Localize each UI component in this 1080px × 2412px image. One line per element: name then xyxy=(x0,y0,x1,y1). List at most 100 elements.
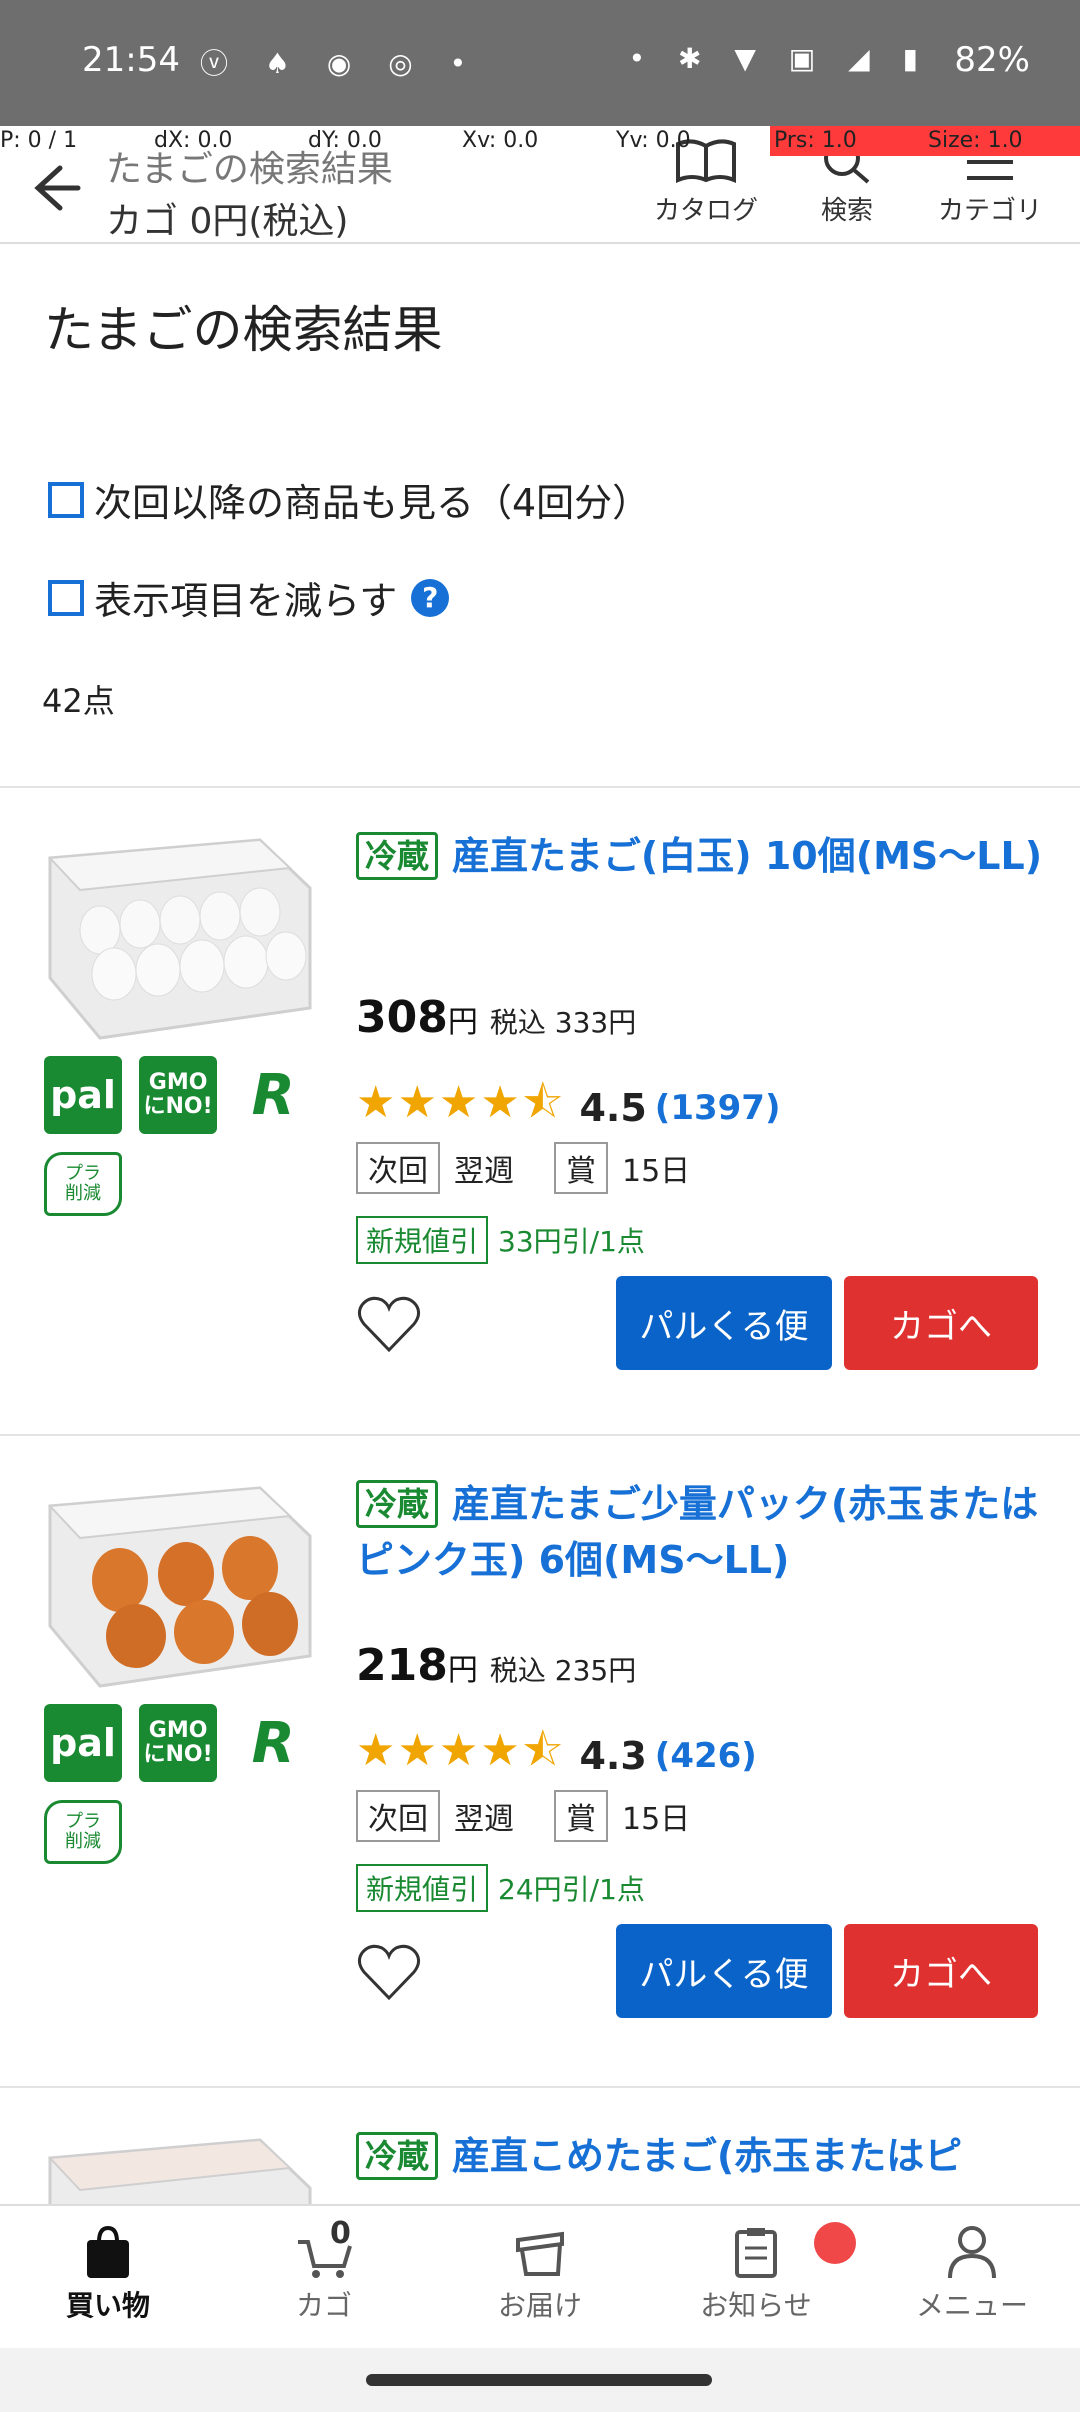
product-name[interactable]: 産直たまご(白玉) 10個(MS～LL) xyxy=(452,834,1042,878)
product-name[interactable]: 産直こめたまご(赤玉またはピ xyxy=(452,2134,962,2178)
next-label: 次回 xyxy=(356,1790,440,1842)
cart-count-badge: 0 xyxy=(330,2216,351,2251)
product-name[interactable]: 産直たまご少量パック(赤玉またはピンク玉) 6個(MS～LL) xyxy=(356,1482,1038,1582)
tax-included-price: 税込 333円 xyxy=(489,1006,637,1039)
star-rating-icon: ★★★★⯪ xyxy=(356,1725,566,1776)
product-card: pal GMO にNO! R プラ 削減 冷蔵 産直たまご少量パック(赤玉またはピンク… xyxy=(0,1436,1080,2086)
nav-shopping-label: 買い物 xyxy=(65,2289,150,2322)
nav-delivery[interactable]: お届け xyxy=(432,2224,648,2324)
product-image[interactable] xyxy=(40,828,318,1048)
debug-size: Size: 1.0 xyxy=(924,126,1080,156)
egg-group xyxy=(92,1536,298,1668)
product-badges: pal GMO にNO! R プラ 削減 xyxy=(44,1704,334,1882)
discount-tag: 新規値引 xyxy=(356,1864,489,1912)
category-label: カテゴリ xyxy=(938,196,1043,226)
notification-dot xyxy=(814,2222,856,2264)
gesture-bar xyxy=(0,2348,1080,2412)
delivery-info: 次回 翌週 賞 15日 xyxy=(356,1142,730,1194)
touch-debug-overlay: P: 0 / 1 dX: 0.0 dY: 0.0 Xv: 0.0 Yv: 0.0… xyxy=(0,126,1080,156)
recycle-r-badge: R xyxy=(251,1710,295,1776)
next-label: 次回 xyxy=(356,1142,440,1194)
review-count[interactable]: (1397) xyxy=(655,1088,781,1128)
debug-p: P: 0 / 1 xyxy=(0,128,78,153)
discount-text: 24円引/1点 xyxy=(498,1873,645,1906)
bottom-navigation: 買い物 0 カゴ お届け お知らせ メニュー xyxy=(0,2204,1080,2348)
debug-xv: Xv: 0.0 xyxy=(462,128,539,153)
help-icon[interactable]: ? xyxy=(411,578,450,617)
refrigerated-tag: 冷蔵 xyxy=(356,832,439,880)
nav-shopping[interactable]: 買い物 xyxy=(0,2224,216,2324)
tax-included-price: 税込 235円 xyxy=(489,1654,637,1687)
nav-menu[interactable]: メニュー xyxy=(864,2224,1080,2324)
nav-notice-label: お知らせ xyxy=(700,2289,812,2322)
product-card: 冷蔵 産直こめたまご(赤玉またはピ xyxy=(0,2088,1080,2204)
palkuru-button[interactable]: パルくる便 xyxy=(616,1276,832,1370)
award-value: 15日 xyxy=(622,1154,691,1189)
person-icon xyxy=(948,2226,996,2279)
nav-cart-label: カゴ xyxy=(295,2289,352,2322)
next-value: 翌週 xyxy=(454,1802,514,1837)
gmo-free-badge: GMO にNO! xyxy=(139,1704,218,1782)
discount-info: 新規値引 33円引/1点 xyxy=(356,1216,645,1264)
award-label: 賞 xyxy=(554,1790,608,1842)
add-to-cart-button[interactable]: カゴへ xyxy=(844,1276,1038,1370)
nav-delivery-label: お届け xyxy=(497,2289,582,2322)
status-app-icons: ⓥ ♠ ◉ ◎ • xyxy=(200,47,481,80)
status-bar: 21:54 ⓥ ♠ ◉ ◎ • • ✱ ▼ ▣ ◢ ▮ 82% xyxy=(0,0,1080,126)
search-label: 検索 xyxy=(820,196,873,226)
recycle-r-badge: R xyxy=(251,1062,295,1128)
shopping-bag-icon xyxy=(87,2225,129,2278)
product-rating[interactable]: ★★★★⯪ 4.5 (1397) xyxy=(356,1070,781,1145)
award-value: 15日 xyxy=(622,1802,691,1837)
checkbox-icon[interactable] xyxy=(48,481,84,518)
show-next-checkbox[interactable]: 次回以降の商品も見る（4回分） xyxy=(48,472,650,527)
favorite-heart-icon[interactable] xyxy=(356,1942,422,2004)
favorite-heart-icon[interactable] xyxy=(356,1294,422,1356)
nav-menu-label: メニュー xyxy=(915,2289,1028,2322)
battery-level: 82% xyxy=(954,40,1030,80)
status-system-icons: • ✱ ▼ ▣ ◢ ▮ xyxy=(628,42,930,75)
product-price: 308円 税込 333円 xyxy=(356,992,637,1043)
product-badges: pal GMO にNO! R プラ 削減 xyxy=(44,1056,334,1234)
reduce-items-label: 表示項目を減らす xyxy=(94,579,398,623)
product-title[interactable]: 冷蔵 産直こめたまご(赤玉またはピ xyxy=(356,2128,1046,2184)
page-title: たまごの検索結果 xyxy=(44,301,443,359)
product-card: pal GMO にNO! R プラ 削減 冷蔵 産直たまご(白玉) 10個(MS～LL… xyxy=(0,788,1080,1434)
next-value: 翌週 xyxy=(454,1154,514,1189)
header-cart-total[interactable]: カゴ 0円(税込) xyxy=(106,192,348,244)
pal-badge: pal xyxy=(44,1056,122,1134)
checkbox-icon[interactable] xyxy=(48,579,84,616)
discount-info: 新規値引 24円引/1点 xyxy=(356,1864,645,1912)
plastic-reduction-badge: プラ 削減 xyxy=(44,1800,122,1864)
status-time: 21:54 xyxy=(82,40,180,80)
back-arrow-icon[interactable] xyxy=(20,156,84,220)
award-label: 賞 xyxy=(554,1142,608,1194)
product-title[interactable]: 冷蔵 産直たまご少量パック(赤玉またはピンク玉) 6個(MS～LL) xyxy=(356,1476,1046,1588)
home-indicator[interactable] xyxy=(366,2374,712,2386)
delivery-box-icon xyxy=(516,2231,564,2276)
review-count[interactable]: (426) xyxy=(655,1736,757,1776)
result-count: 42点 xyxy=(42,682,115,720)
debug-dy: dY: 0.0 xyxy=(308,128,382,153)
product-rating[interactable]: ★★★★⯪ 4.3 (426) xyxy=(356,1718,757,1793)
rating-score: 4.5 xyxy=(579,1085,647,1130)
refrigerated-tag: 冷蔵 xyxy=(356,2132,439,2180)
show-next-label: 次回以降の商品も見る（4回分） xyxy=(94,481,651,525)
pal-badge: pal xyxy=(44,1704,122,1782)
delivery-info: 次回 翌週 賞 15日 xyxy=(356,1790,730,1842)
debug-dx: dX: 0.0 xyxy=(154,128,233,153)
clipboard-icon xyxy=(735,2228,777,2278)
palkuru-button[interactable]: パルくる便 xyxy=(616,1924,832,2018)
add-to-cart-button[interactable]: カゴへ xyxy=(844,1924,1038,2018)
reduce-items-checkbox[interactable]: 表示項目を減らす ? xyxy=(48,570,450,625)
star-rating-icon: ★★★★⯪ xyxy=(356,1077,566,1128)
debug-yv: Yv: 0.0 xyxy=(616,128,691,153)
rating-score: 4.3 xyxy=(579,1733,647,1778)
product-title[interactable]: 冷蔵 産直たまご(白玉) 10個(MS～LL) xyxy=(356,828,1046,884)
nav-cart[interactable]: 0 カゴ xyxy=(216,2216,432,2324)
plastic-reduction-badge: プラ 削減 xyxy=(44,1152,122,1216)
product-image[interactable] xyxy=(40,2128,318,2204)
catalog-label: カタログ xyxy=(654,196,759,226)
product-image[interactable] xyxy=(40,1476,318,1696)
product-price: 218円 税込 235円 xyxy=(356,1640,637,1691)
